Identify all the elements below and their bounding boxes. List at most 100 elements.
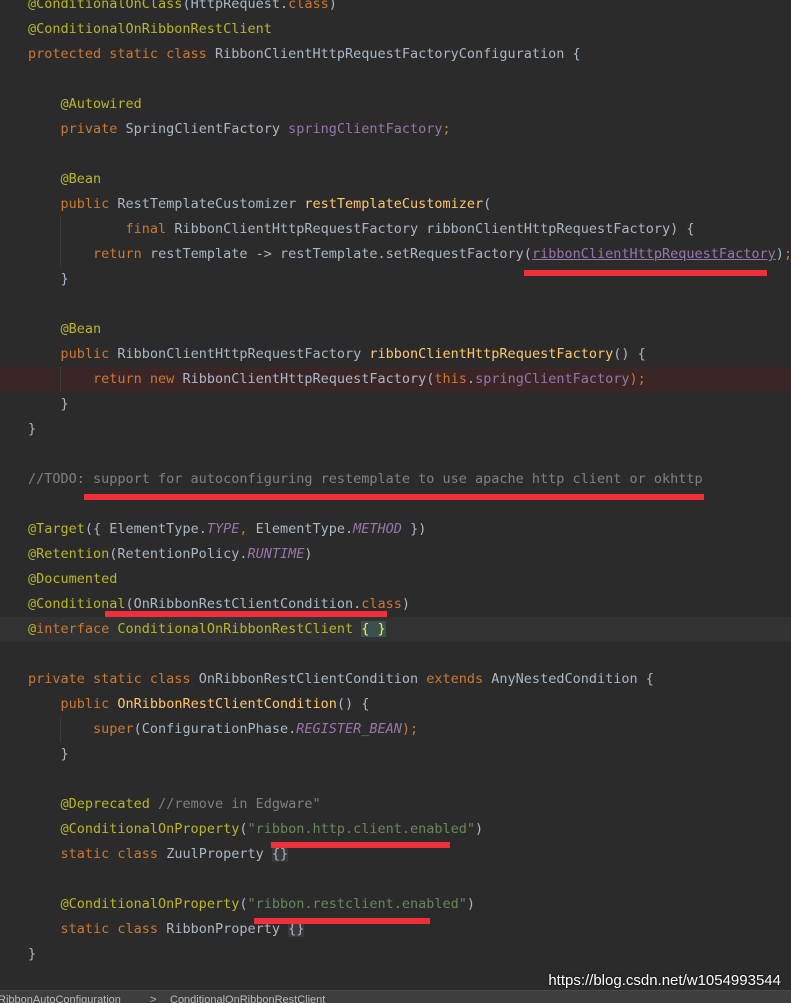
code-line[interactable]: @interface ConditionalOnRibbonRestClient…: [0, 617, 791, 642]
code-line[interactable]: [0, 767, 791, 792]
code-line[interactable]: [0, 442, 791, 467]
code-token: OnRibbonRestClientCondition: [117, 696, 337, 712]
code-text: @Deprecated //remove in Edgware": [28, 792, 321, 817]
code-text: }: [28, 267, 69, 292]
code-line[interactable]: [0, 142, 791, 167]
code-token: RUNTIME: [247, 546, 305, 562]
code-token: @Retention: [28, 546, 110, 562]
code-token: @Bean: [60, 321, 102, 337]
code-line[interactable]: @ConditionalOnRibbonRestClient: [0, 17, 791, 42]
code-line[interactable]: }: [0, 742, 791, 767]
code-line[interactable]: private static class OnRibbonRestClientC…: [0, 667, 791, 692]
code-text: @ConditionalOnRibbonRestClient: [28, 17, 272, 42]
code-token: RestTemplateCustomizer: [117, 196, 305, 212]
code-token: }: [28, 946, 37, 962]
code-line[interactable]: public RestTemplateCustomizer restTempla…: [0, 192, 791, 217]
code-token: class: [361, 596, 402, 612]
code-token: super: [93, 721, 134, 737]
code-token: @Deprecated: [60, 796, 159, 812]
code-line[interactable]: final RibbonClientHttpRequestFactory rib…: [0, 217, 791, 242]
code-token: "ribbon.restclient.enabled": [247, 896, 467, 912]
code-token: springClientFactory: [288, 121, 443, 137]
code-token: ): [328, 0, 337, 12]
code-line[interactable]: @Documented: [0, 567, 791, 592]
code-token: OnRibbonRestClientCondition: [198, 671, 427, 687]
code-token: METHOD: [353, 521, 411, 537]
code-line[interactable]: }: [0, 942, 791, 967]
code-token: }: [28, 271, 69, 287]
code-token: //TODO: support for autoconfiguring rest…: [28, 471, 703, 487]
code-token: @Bean: [60, 171, 102, 187]
code-line[interactable]: public RibbonClientHttpRequestFactory ri…: [0, 342, 791, 367]
code-line[interactable]: //TODO: support for autoconfiguring rest…: [0, 467, 791, 492]
code-token: ;: [784, 246, 791, 262]
code-token: "ribbon.http.client.enabled": [247, 821, 476, 837]
code-line[interactable]: private SpringClientFactory springClient…: [0, 117, 791, 142]
code-token: ({ ElementType.: [84, 521, 207, 537]
breadcrumb-separator: >: [150, 994, 157, 1003]
breadcrumb-item-class[interactable]: RibbonAutoConfiguration: [0, 991, 121, 1003]
code-line[interactable]: @ConditionalOnProperty("ribbon.restclien…: [0, 892, 791, 917]
code-line[interactable]: @ConditionalOnClass(HttpRequest.class): [0, 0, 791, 17]
code-token: );: [629, 371, 646, 387]
code-line[interactable]: public OnRibbonRestClientCondition() {: [0, 692, 791, 717]
code-line[interactable]: return new RibbonClientHttpRequestFactor…: [0, 367, 791, 392]
code-token: ): [466, 896, 476, 912]
code-token: }): [410, 521, 427, 537]
code-line[interactable]: @Bean: [0, 317, 791, 342]
code-token: ribbonClientHttpRequestFactory: [531, 246, 776, 262]
code-text: static class ZuulProperty {}: [28, 842, 289, 867]
code-text: super(ConfigurationPhase.REGISTER_BEAN);: [28, 717, 418, 742]
code-line[interactable]: @Deprecated //remove in Edgware": [0, 792, 791, 817]
code-line[interactable]: }: [0, 392, 791, 417]
code-text: //TODO: support for autoconfiguring rest…: [28, 467, 703, 492]
code-token: RibbonClientHttpRequestFactory ribbonCli…: [174, 221, 695, 237]
code-line[interactable]: [0, 292, 791, 317]
code-token: @ConditionalOnRibbonRestClient: [28, 21, 272, 37]
code-token: return new: [93, 371, 183, 387]
code-token: final: [125, 221, 175, 237]
code-line[interactable]: [0, 867, 791, 892]
code-text: return restTemplate -> restTemplate.setR…: [28, 242, 791, 267]
code-token: (: [483, 196, 492, 212]
code-token: @Target: [28, 521, 85, 537]
code-text: public RestTemplateCustomizer restTempla…: [28, 192, 492, 217]
code-token: RibbonClientHttpRequestFactoryConfigurat…: [214, 46, 581, 62]
code-editor[interactable]: @ConditionalOnClass(HttpRequest.class) @C…: [0, 0, 791, 990]
code-token: @Conditional: [28, 596, 126, 612]
code-token: ): [304, 546, 313, 562]
code-token: ribbonClientHttpRequestFactory: [369, 346, 614, 362]
breadcrumb-item-annotation[interactable]: ConditionalOnRibbonRestClient: [170, 991, 325, 1003]
code-line[interactable]: [0, 642, 791, 667]
code-text: @Autowired: [28, 92, 142, 117]
code-token: ConditionalOnRibbonRestClient: [117, 621, 362, 637]
code-token: extends: [426, 671, 492, 687]
code-line[interactable]: protected static class RibbonClientHttpR…: [0, 42, 791, 67]
code-token: }: [28, 396, 69, 412]
code-line[interactable]: @Retention(RetentionPolicy.RUNTIME): [0, 542, 791, 567]
code-token: public: [60, 346, 118, 362]
code-line[interactable]: @Autowired: [0, 92, 791, 117]
code-line[interactable]: @ConditionalOnProperty("ribbon.http.clie…: [0, 817, 791, 842]
code-line[interactable]: super(ConfigurationPhase.REGISTER_BEAN);: [0, 717, 791, 742]
code-token: ;: [442, 121, 451, 137]
code-text: public OnRibbonRestClientCondition() {: [28, 692, 370, 717]
code-line[interactable]: [0, 67, 791, 92]
code-token: (OnRibbonRestClientCondition.: [125, 596, 362, 612]
code-token: { }: [361, 621, 386, 637]
code-line[interactable]: return restTemplate -> restTemplate.setR…: [0, 242, 791, 267]
code-token: );: [401, 721, 419, 737]
code-line[interactable]: @Bean: [0, 167, 791, 192]
code-token: (ConfigurationPhase.: [133, 721, 297, 737]
code-line[interactable]: @Target({ ElementType.TYPE, ElementType.…: [0, 517, 791, 542]
highlight-underline: [524, 270, 767, 276]
code-line[interactable]: }: [0, 417, 791, 442]
code-token: ,: [239, 521, 256, 537]
code-token: public: [60, 696, 118, 712]
highlight-underline: [105, 611, 387, 617]
